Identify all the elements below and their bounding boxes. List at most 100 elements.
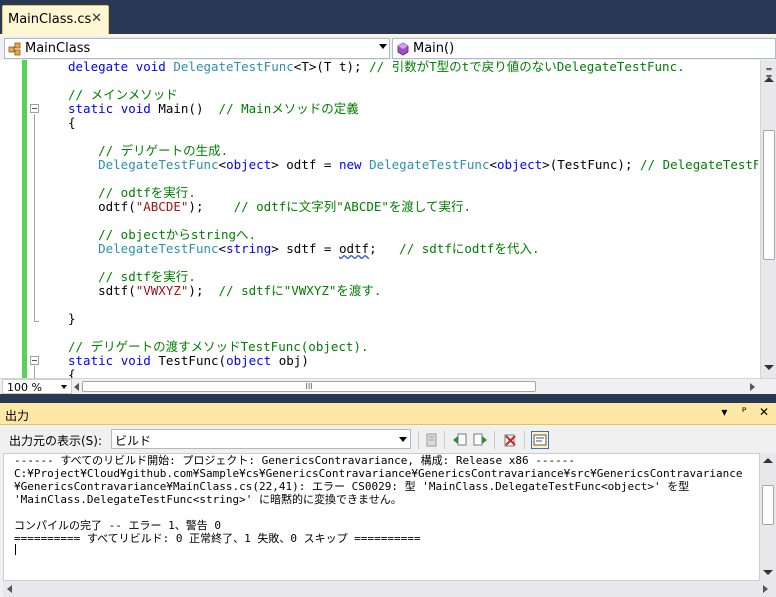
code-token: DelegateTestFunc	[98, 157, 219, 172]
scroll-thumb[interactable]	[762, 485, 774, 525]
tab-label: MainClass.cs	[8, 12, 92, 27]
scroll-down-icon[interactable]	[763, 570, 773, 575]
outline-end	[34, 321, 39, 322]
window-position-button[interactable]: ▾	[716, 405, 732, 419]
code-token: new	[338, 157, 370, 172]
output-source-dropdown[interactable]: ビルド	[111, 429, 411, 449]
code-token: void	[120, 353, 159, 368]
code-token: obj)	[278, 353, 309, 368]
scroll-thumb[interactable]	[763, 130, 775, 260]
code-line: sdtf("VWXYZ"); // sdtfに"VWXYZ"を渡す.	[68, 284, 381, 298]
code-token: // sdtfに"VWXYZ"を渡す.	[218, 283, 382, 298]
code-token: <T>(T t);	[293, 60, 370, 74]
code-token: "ABCDE"	[135, 199, 189, 214]
code-token: odtf	[338, 241, 370, 256]
code-token: > sdtf =	[271, 241, 339, 256]
scroll-right-icon[interactable]	[750, 383, 755, 391]
code-token: object	[226, 157, 272, 172]
find-message-icon[interactable]	[424, 432, 440, 448]
scroll-left-icon[interactable]	[74, 383, 79, 391]
outline-line	[34, 114, 35, 321]
code-line: // メインメソッド	[68, 88, 178, 102]
code-line: // objectからstringへ.	[68, 228, 256, 242]
code-token: // デリゲートの渡すメソッドTestFunc(object).	[68, 339, 369, 354]
code-text[interactable]: delegate void DelegateTestFunc<T>(T t); …	[68, 60, 758, 378]
scroll-up-icon[interactable]	[763, 458, 773, 463]
code-token: // odtfに文字列"ABCDE"を渡して実行.	[233, 199, 472, 214]
collapse-testfunc-icon[interactable]	[30, 356, 39, 365]
output-line: ========== すべてリビルド: 0 正常終了、1 失敗、0 スキップ =…	[14, 532, 421, 545]
toolbar-separator	[524, 431, 525, 449]
code-line: // デリゲートの渡すメソッドTestFunc(object).	[68, 340, 369, 354]
previous-message-icon[interactable]	[452, 432, 468, 448]
pin-icon[interactable]: ᴾ	[736, 405, 752, 419]
code-line: }	[68, 312, 76, 326]
member-dropdown-label: Main()	[413, 41, 455, 56]
split-handle-icon[interactable]: ‗ ‗	[763, 61, 775, 78]
zoom-label: 100 %	[7, 381, 42, 394]
output-title: 出力	[5, 409, 30, 423]
output-source-label: 出力元の表示(S):	[9, 434, 103, 448]
class-dropdown[interactable]: MainClass	[4, 38, 390, 59]
code-token: {	[68, 115, 76, 130]
member-dropdown[interactable]: Main()	[392, 38, 776, 59]
clear-all-icon[interactable]	[502, 432, 518, 448]
code-token: string	[226, 241, 272, 256]
chevron-down-icon	[379, 44, 387, 49]
code-token: );	[188, 283, 219, 298]
next-message-icon[interactable]	[472, 432, 488, 448]
code-token: DelegateTestFunc	[98, 241, 219, 256]
code-token: Main()	[158, 101, 219, 116]
word-wrap-icon[interactable]	[531, 431, 549, 449]
output-title-bar[interactable]: 出力 ▾ ᴾ ✕	[0, 403, 776, 425]
code-token: {	[68, 367, 76, 379]
panel-splitter[interactable]	[0, 394, 776, 403]
navigation-bar: MainClass Main()	[0, 34, 776, 60]
scroll-right-icon[interactable]	[763, 585, 768, 593]
code-token: <	[218, 157, 227, 172]
code-token: static	[68, 353, 121, 368]
toolbar-separator	[444, 431, 445, 449]
code-line: {	[68, 367, 76, 379]
output-vertical-scrollbar[interactable]	[760, 453, 776, 581]
code-line: // sdtfを実行.	[68, 270, 196, 284]
code-line: delegate void DelegateTestFunc<T>(T t); …	[68, 60, 685, 74]
code-token: DelegateTestFunc	[369, 157, 490, 172]
collapse-main-icon[interactable]	[30, 104, 39, 113]
code-token: }	[68, 311, 76, 326]
outline-line	[34, 366, 35, 378]
class-dropdown-label: MainClass	[25, 41, 91, 56]
output-horizontal-scrollbar[interactable]	[3, 581, 776, 597]
code-token: // Mainメソッドの定義	[218, 101, 359, 116]
code-editor[interactable]: delegate void DelegateTestFunc<T>(T t); …	[0, 60, 776, 378]
tab-mainclass-cs[interactable]: MainClass.cs ✕	[2, 5, 109, 34]
scroll-down-icon[interactable]	[764, 365, 774, 370]
close-icon[interactable]: ✕	[91, 11, 102, 26]
code-token: object	[497, 157, 543, 172]
code-line: static void Main() // Mainメソッドの定義	[68, 102, 359, 116]
zoom-dropdown[interactable]: 100 %	[2, 379, 72, 394]
horizontal-scroll-thumb[interactable]: III	[82, 381, 536, 392]
code-token: void	[120, 101, 159, 116]
scroll-left-icon[interactable]	[7, 585, 12, 593]
output-text-area[interactable]: ------ すべてのリビルド開始: プロジェクト: GenericsContr…	[3, 453, 760, 581]
code-token: // sdtfにodtfを代入.	[399, 241, 540, 256]
editor-bottom-bar: 100 % III	[0, 378, 776, 394]
output-toolbar: 出力元の表示(S): ビルド	[0, 425, 776, 453]
code-line: DelegateTestFunc<object> odtf = new Dele…	[68, 158, 758, 172]
code-token: static	[68, 101, 121, 116]
code-token: // objectからstringへ.	[98, 227, 257, 242]
code-token: delegate	[68, 60, 136, 74]
code-line: // odtfを実行.	[68, 186, 196, 200]
code-token: // odtfを実行.	[98, 185, 196, 200]
scroll-up-icon[interactable]	[764, 77, 774, 82]
close-icon[interactable]: ✕	[756, 405, 772, 419]
code-token: // sdtfを実行.	[98, 269, 196, 284]
code-token: // DelegateTestFunc<obj	[640, 157, 758, 172]
document-tab-bar: MainClass.cs ✕	[0, 0, 776, 34]
editor-vertical-scrollbar[interactable]: ‗ ‗	[760, 60, 776, 378]
output-line: C:¥Project¥Cloud¥github.com¥Sample¥cs¥Ge…	[14, 467, 743, 480]
